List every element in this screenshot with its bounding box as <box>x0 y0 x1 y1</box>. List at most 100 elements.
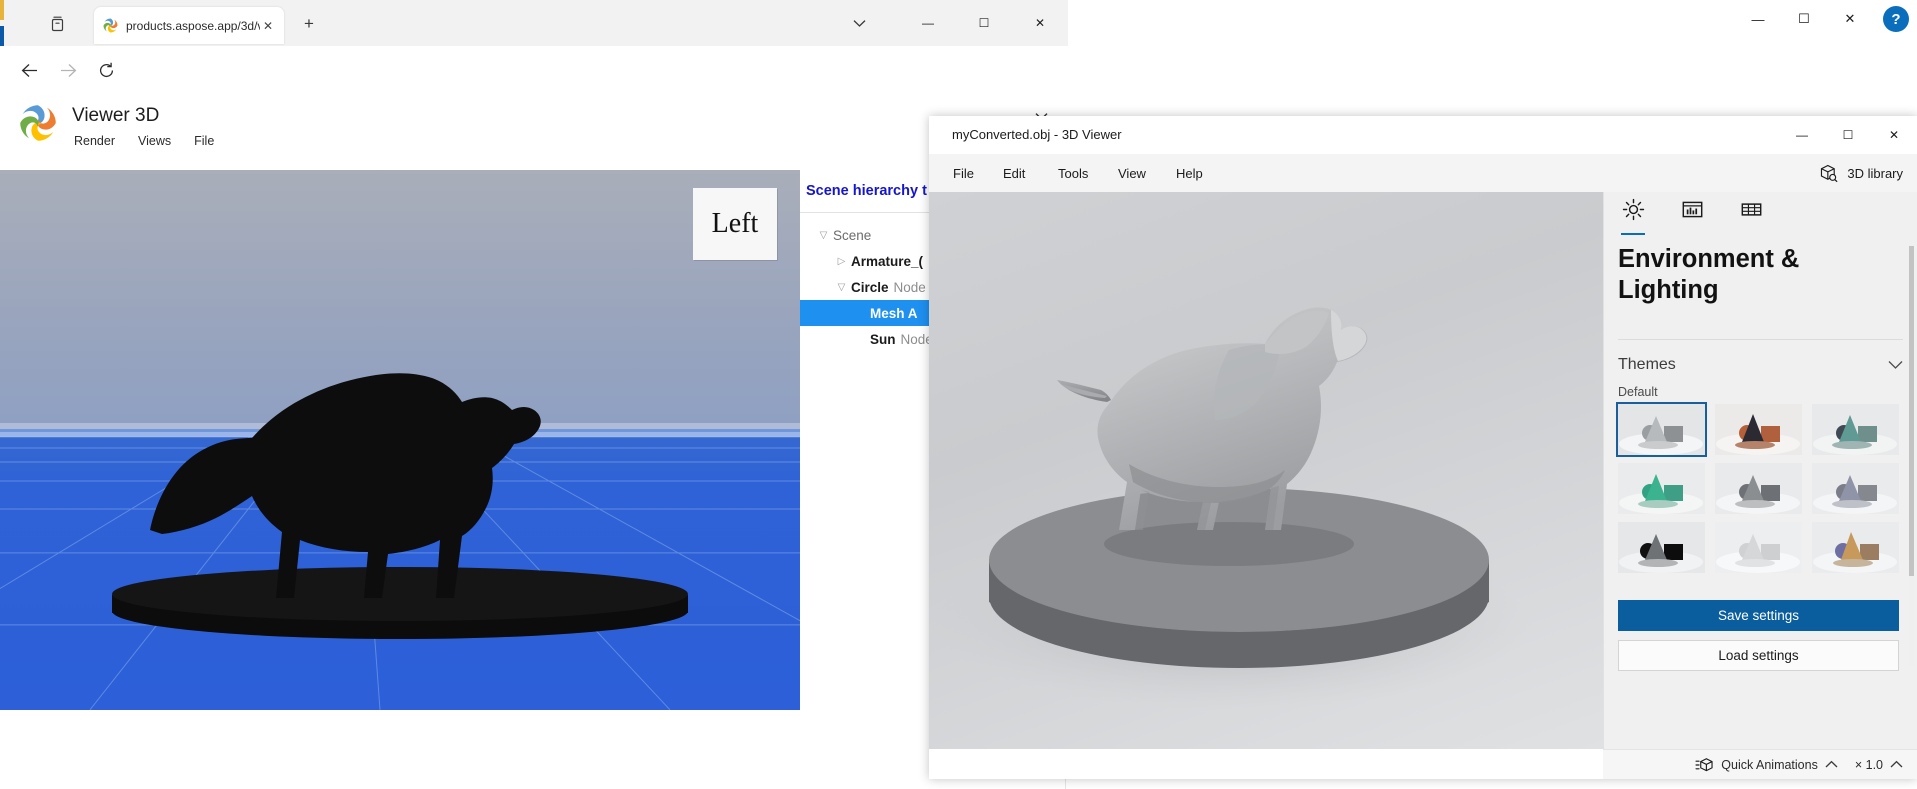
viewer-menu-view[interactable]: View <box>1108 154 1156 192</box>
picture-icon <box>1681 198 1704 221</box>
themes-section-header[interactable]: Themes <box>1618 347 1903 383</box>
browser-minimize-button[interactable]: — <box>900 0 956 46</box>
tree-item-type: Node <box>900 331 933 347</box>
menu-item-render[interactable]: Render <box>74 134 115 148</box>
help-icon[interactable]: ? <box>1883 6 1909 32</box>
tree-item-label: Scene <box>833 227 872 243</box>
chevron-up-icon[interactable] <box>1825 760 1838 769</box>
theme-swatch[interactable] <box>1618 522 1705 573</box>
themes-grid <box>1616 402 1899 573</box>
load-settings-button[interactable]: Load settings <box>1618 640 1899 671</box>
theme-swatch[interactable] <box>1812 522 1899 573</box>
scene-hierarchy-title: Scene hierarchy t <box>806 183 927 199</box>
aspose-menu: Render Views File <box>74 134 214 148</box>
aspose-viewport[interactable]: Left <box>0 170 800 710</box>
theme-swatch[interactable] <box>1616 402 1707 457</box>
background-window-caption: — ☐ ✕ ? <box>1065 0 1917 38</box>
panel-title: Environment & Lighting <box>1618 245 1800 305</box>
theme-swatch[interactable] <box>1715 463 1802 514</box>
viewer-minimize-button[interactable]: — <box>1779 116 1825 154</box>
viewer-side-panel: Environment & Lighting Themes Default Sa… <box>1603 192 1917 749</box>
reload-icon[interactable] <box>93 57 119 83</box>
browser-window: products.aspose.app/3d/viewer ✕ + — ☐ ✕ <box>0 0 1068 740</box>
animation-speed-label: × 1.0 <box>1854 757 1883 772</box>
tree-item-label: Circle <box>851 279 889 295</box>
viewer-statusbar: Quick Animations × 1.0 <box>1603 749 1917 779</box>
aspose-page: Viewer 3D Render Views File Left Scene h… <box>0 93 1068 740</box>
panel-scrollbar-thumb[interactable] <box>1909 246 1914 576</box>
theme-swatch[interactable] <box>1812 463 1899 514</box>
viewer-menu-edit[interactable]: Edit <box>993 154 1035 192</box>
menu-item-views[interactable]: Views <box>138 134 171 148</box>
screen: — ☐ ✕ ? products.aspose.app/3d/ ✕ + — ☐ … <box>0 0 1917 789</box>
viewer-statusbar-left <box>929 749 1603 779</box>
quick-animations-label: Quick Animations <box>1721 757 1818 772</box>
viewer-menu-tools[interactable]: Tools <box>1048 154 1098 192</box>
grid-icon <box>1740 198 1763 221</box>
themes-label: Themes <box>1618 356 1676 373</box>
3d-library-button[interactable]: 3D library <box>1819 154 1903 192</box>
chevron-down-icon[interactable] <box>845 11 873 35</box>
tab-grid[interactable] <box>1736 198 1766 232</box>
caret-icon[interactable]: ▷ <box>832 256 851 267</box>
animation-cube-icon <box>1695 757 1714 773</box>
tree-item-label: Sun <box>870 331 896 347</box>
theme-swatch[interactable] <box>1715 404 1802 455</box>
chevron-up-icon[interactable] <box>1890 760 1903 769</box>
bg-minimize-button[interactable]: — <box>1735 0 1781 38</box>
browser-tabstrip: products.aspose.app/3d/viewer ✕ + — ☐ ✕ <box>0 0 1068 52</box>
viewer-menu-file[interactable]: File <box>943 154 984 192</box>
viewer-maximize-button[interactable]: ☐ <box>1825 116 1871 154</box>
chevron-down-icon[interactable] <box>1888 360 1903 370</box>
tab-image[interactable] <box>1677 198 1707 232</box>
3d-library-label: 3D library <box>1847 165 1903 181</box>
bg-close-button[interactable]: ✕ <box>1827 0 1873 38</box>
menu-item-file[interactable]: File <box>194 134 214 148</box>
viewcube-label: Left <box>711 208 759 239</box>
aspose-swirl-icon <box>17 102 59 144</box>
collections-icon[interactable] <box>44 11 70 35</box>
accent-strip-top <box>0 0 4 20</box>
viewer-menubar: File Edit Tools View Help 3D library <box>929 154 1917 192</box>
browser-tab-title: products.aspose.app/3d/viewer <box>126 18 260 33</box>
tree-item-label: Armature_( <box>851 253 924 269</box>
theme-swatch[interactable] <box>1715 522 1802 573</box>
sun-icon <box>1622 198 1645 221</box>
back-arrow-icon[interactable] <box>16 57 42 83</box>
browser-navbar: https://products.aspose.app/3d/viewer?se… <box>0 46 1068 127</box>
save-settings-button[interactable]: Save settings <box>1618 600 1899 631</box>
cube-search-icon <box>1819 164 1838 183</box>
viewer-title: myConverted.obj - 3D Viewer <box>952 127 1122 142</box>
browser-tab[interactable]: products.aspose.app/3d/viewer ✕ <box>94 7 284 44</box>
caret-icon[interactable]: ▽ <box>814 230 833 241</box>
viewer-3d-window: myConverted.obj - 3D Viewer — ☐ ✕ File E… <box>929 116 1917 779</box>
quick-animations-button[interactable]: Quick Animations <box>1695 757 1838 773</box>
model-silhouette <box>112 373 688 639</box>
viewer-menu-help[interactable]: Help <box>1166 154 1213 192</box>
viewer-panel-tabs <box>1604 192 1917 238</box>
viewer-caption: myConverted.obj - 3D Viewer — ☐ ✕ <box>929 116 1917 154</box>
bg-maximize-button[interactable]: ☐ <box>1781 0 1827 38</box>
tree-item-label: Mesh A <box>870 305 918 321</box>
background-window-controls: — ☐ ✕ ? <box>1735 0 1909 38</box>
forward-arrow-icon[interactable] <box>55 57 81 83</box>
tree-item-type: Node <box>893 279 926 295</box>
browser-maximize-button[interactable]: ☐ <box>956 0 1012 46</box>
page-title: Viewer 3D <box>72 105 160 126</box>
viewer-model <box>929 307 1529 710</box>
divider <box>1618 339 1903 340</box>
animation-speed-control[interactable]: × 1.0 <box>1855 758 1903 772</box>
new-tab-button[interactable]: + <box>296 12 322 36</box>
viewer-close-button[interactable]: ✕ <box>1871 116 1917 154</box>
viewer-window-controls: — ☐ ✕ <box>1779 116 1917 154</box>
aspose-logo-icon <box>102 17 119 34</box>
viewcube[interactable]: Left <box>693 188 777 260</box>
tab-environment-lighting[interactable] <box>1618 198 1648 235</box>
themes-subsection-label: Default <box>1618 385 1658 399</box>
close-icon[interactable]: ✕ <box>260 18 276 34</box>
caret-icon[interactable]: ▽ <box>832 282 851 293</box>
theme-swatch[interactable] <box>1812 404 1899 455</box>
browser-close-button[interactable]: ✕ <box>1012 0 1068 46</box>
theme-swatch[interactable] <box>1618 463 1705 514</box>
viewer-3d-stage[interactable] <box>929 192 1603 749</box>
